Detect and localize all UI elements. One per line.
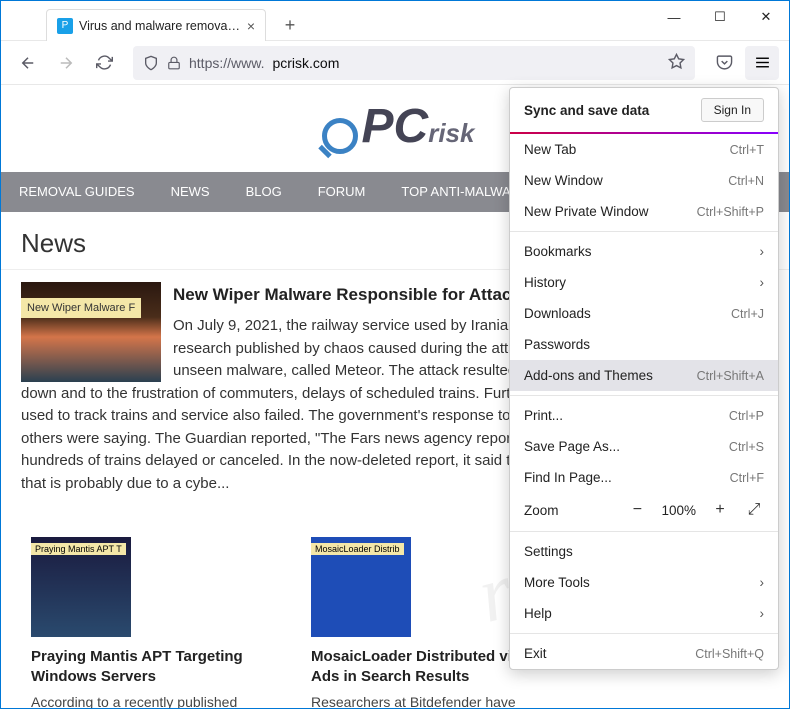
menu-more-tools[interactable]: More Tools › [510, 567, 778, 598]
menu-new-private-window[interactable]: New Private Window Ctrl+Shift+P [510, 196, 778, 227]
shortcut: Ctrl+S [729, 440, 764, 454]
menu-help[interactable]: Help › [510, 598, 778, 629]
maximize-button[interactable]: ☐ [697, 1, 743, 33]
magnifier-icon [316, 118, 356, 158]
menu-exit[interactable]: Exit Ctrl+Shift+Q [510, 638, 778, 669]
menu-new-tab[interactable]: New Tab Ctrl+T [510, 134, 778, 165]
tab-title: Virus and malware removal inst [79, 19, 241, 33]
url-prefix: https://www. [189, 55, 264, 71]
menu-label: Exit [524, 646, 547, 661]
card-image: MosaicLoader Distrib [311, 537, 411, 637]
minimize-button[interactable]: — [651, 1, 697, 33]
app-menu: Sync and save data Sign In New Tab Ctrl+T… [509, 87, 779, 670]
zoom-in-button[interactable]: + [710, 501, 730, 519]
nav-item[interactable]: REMOVAL GUIDES [19, 184, 135, 199]
card-text: According to a recently published [31, 694, 251, 708]
menu-downloads[interactable]: Downloads Ctrl+J [510, 298, 778, 329]
menu-label: New Window [524, 173, 603, 188]
shortcut: Ctrl+T [730, 143, 764, 157]
menu-label: Print... [524, 408, 563, 423]
menu-label: Help [524, 606, 552, 621]
menu-separator [510, 395, 778, 396]
menu-settings[interactable]: Settings [510, 536, 778, 567]
reload-button[interactable] [87, 46, 121, 80]
shortcut: Ctrl+J [731, 307, 764, 321]
new-tab-button[interactable]: + [276, 11, 304, 39]
title-bar: P Virus and malware removal inst × + — ☐… [1, 1, 789, 41]
menu-label: Add-ons and Themes [524, 368, 653, 383]
shortcut: Ctrl+Shift+P [697, 205, 764, 219]
chevron-right-icon: › [760, 275, 765, 290]
menu-label: Find In Page... [524, 470, 612, 485]
browser-tab[interactable]: P Virus and malware removal inst × [46, 9, 266, 41]
chevron-right-icon: › [760, 575, 765, 590]
menu-separator [510, 633, 778, 634]
close-tab-icon[interactable]: × [247, 18, 255, 34]
menu-label: More Tools [524, 575, 590, 590]
forward-button[interactable] [49, 46, 83, 80]
pocket-icon[interactable] [707, 46, 741, 80]
bookmark-star-icon[interactable] [668, 53, 685, 73]
menu-label: Save Page As... [524, 439, 620, 454]
menu-history[interactable]: History › [510, 267, 778, 298]
menu-label: New Private Window [524, 204, 649, 219]
article-thumb[interactable]: New Wiper Malware F [21, 282, 161, 382]
menu-sync-header: Sync and save data Sign In [510, 88, 778, 134]
menu-addons-themes[interactable]: Add-ons and Themes Ctrl+Shift+A [510, 360, 778, 391]
card-title: Praying Mantis APT Targeting Windows Ser… [31, 647, 251, 686]
card[interactable]: Praying Mantis APT T Praying Mantis APT … [31, 537, 251, 708]
menu-passwords[interactable]: Passwords [510, 329, 778, 360]
app-menu-button[interactable] [745, 46, 779, 80]
sync-title: Sync and save data [524, 103, 649, 118]
menu-separator [510, 531, 778, 532]
card[interactable]: MosaicLoader Distrib MosaicLoader Distri… [311, 537, 531, 708]
back-button[interactable] [11, 46, 45, 80]
lock-icon [167, 56, 181, 70]
window-controls: — ☐ ✕ [651, 1, 789, 33]
menu-label: Bookmarks [524, 244, 592, 259]
menu-new-window[interactable]: New Window Ctrl+N [510, 165, 778, 196]
shortcut: Ctrl+P [729, 409, 764, 423]
menu-bookmarks[interactable]: Bookmarks › [510, 236, 778, 267]
card-title: MosaicLoader Distributed via Ads in Sear… [311, 647, 531, 686]
shield-icon [143, 55, 159, 71]
menu-separator [510, 231, 778, 232]
shortcut: Ctrl+Shift+A [697, 369, 764, 383]
thumb-label: New Wiper Malware F [21, 298, 141, 319]
menu-zoom: Zoom − 100% + ⤢ [510, 493, 778, 527]
chevron-right-icon: › [760, 244, 765, 259]
nav-item[interactable]: FORUM [318, 184, 366, 199]
fullscreen-button[interactable]: ⤢ [744, 501, 764, 519]
menu-label: Downloads [524, 306, 591, 321]
sign-in-button[interactable]: Sign In [701, 98, 764, 122]
menu-save-page[interactable]: Save Page As... Ctrl+S [510, 431, 778, 462]
nav-item[interactable]: BLOG [246, 184, 282, 199]
menu-label: History [524, 275, 566, 290]
zoom-value: 100% [661, 503, 696, 518]
zoom-out-button[interactable]: − [627, 501, 647, 519]
card-text: Researchers at Bitdefender have [311, 694, 531, 708]
menu-label: New Tab [524, 142, 576, 157]
card-label: MosaicLoader Distrib [311, 543, 404, 555]
address-bar[interactable]: https://www. pcrisk.com [133, 46, 695, 80]
card-label: Praying Mantis APT T [31, 543, 126, 555]
shortcut: Ctrl+F [730, 471, 764, 485]
card-image: Praying Mantis APT T [31, 537, 131, 637]
menu-print[interactable]: Print... Ctrl+P [510, 400, 778, 431]
menu-label: Passwords [524, 337, 590, 352]
menu-label: Settings [524, 544, 573, 559]
shortcut: Ctrl+N [728, 174, 764, 188]
close-window-button[interactable]: ✕ [743, 1, 789, 33]
shortcut: Ctrl+Shift+Q [695, 647, 764, 661]
favicon-icon: P [57, 18, 73, 34]
nav-item[interactable]: NEWS [171, 184, 210, 199]
url-domain: pcrisk.com [272, 55, 339, 71]
zoom-label: Zoom [524, 503, 613, 518]
menu-find[interactable]: Find In Page... Ctrl+F [510, 462, 778, 493]
toolbar: https://www. pcrisk.com [1, 41, 789, 85]
chevron-right-icon: › [760, 606, 765, 621]
